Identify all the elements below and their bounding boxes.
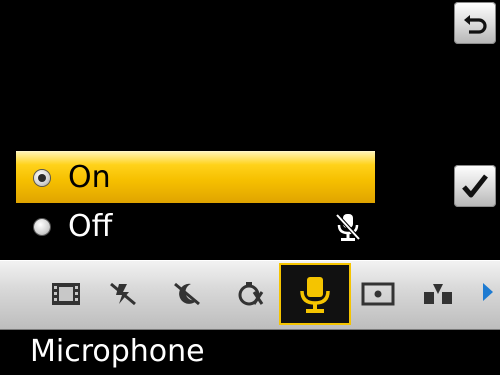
toolbar-item-film[interactable] bbox=[42, 263, 90, 325]
toolbar-item-night[interactable] bbox=[163, 263, 211, 325]
stabilizer-icon bbox=[424, 284, 452, 304]
focus-spot-icon bbox=[361, 282, 395, 306]
night-mode-icon bbox=[174, 282, 200, 306]
toolbar-item-flash[interactable] bbox=[99, 263, 147, 325]
scroll-right-arrow-icon[interactable] bbox=[483, 283, 493, 301]
flash-off-icon bbox=[110, 282, 136, 306]
back-arrow-icon bbox=[464, 15, 487, 34]
film-icon bbox=[52, 283, 80, 305]
back-button[interactable] bbox=[454, 2, 496, 44]
toolbar-item-microphone[interactable] bbox=[279, 263, 351, 325]
checkmark-icon bbox=[462, 174, 488, 198]
radio-checked-icon bbox=[34, 169, 50, 186]
radio-unchecked-icon bbox=[34, 219, 50, 235]
mode-title: Microphone bbox=[30, 334, 205, 369]
option-off[interactable]: Off bbox=[16, 201, 375, 253]
self-timer-off-icon bbox=[238, 282, 264, 306]
microphone-icon bbox=[300, 277, 330, 313]
toolbar-item-stabilizer[interactable] bbox=[414, 263, 462, 325]
option-on[interactable]: On bbox=[16, 151, 375, 203]
confirm-button[interactable] bbox=[454, 165, 496, 207]
microphone-muted-icon bbox=[335, 213, 361, 241]
option-on-label: On bbox=[68, 159, 111, 195]
toolbar-item-focus[interactable] bbox=[352, 263, 404, 325]
settings-toolbar bbox=[0, 260, 500, 330]
option-off-label: Off bbox=[68, 209, 113, 244]
toolbar-item-timer[interactable] bbox=[226, 263, 274, 325]
